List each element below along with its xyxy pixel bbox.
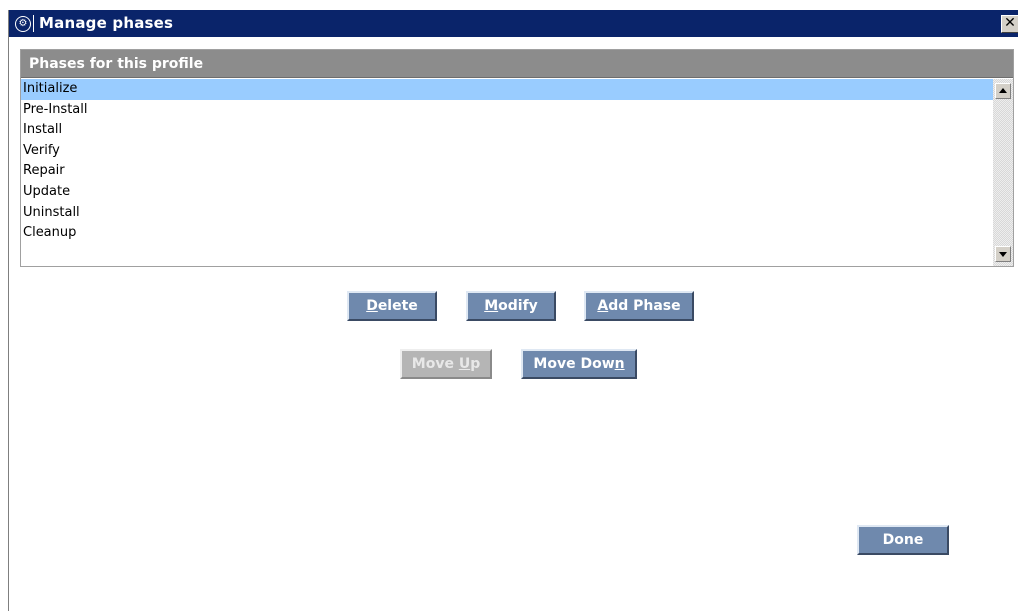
list-item[interactable]: Update: [21, 182, 993, 203]
list-item[interactable]: Install: [21, 120, 993, 141]
list-item[interactable]: Initialize: [21, 79, 993, 100]
phases-list[interactable]: Initialize Pre-Install Install Verify Re…: [21, 79, 993, 266]
done-button[interactable]: Done: [857, 525, 949, 555]
arrow-down-icon: [999, 252, 1007, 257]
close-icon[interactable]: ✕: [1001, 15, 1018, 33]
list-item[interactable]: Uninstall: [21, 203, 993, 224]
arrow-up-icon: [999, 88, 1007, 93]
scroll-down-button[interactable]: [995, 246, 1011, 262]
phases-panel: Phases for this profile Initialize Pre-I…: [20, 49, 1014, 267]
move-up-button[interactable]: Move Up: [400, 349, 492, 379]
move-down-button[interactable]: Move Down: [521, 349, 637, 379]
list-item[interactable]: Pre-Install: [21, 100, 993, 121]
scroll-up-button[interactable]: [995, 83, 1011, 99]
list-item[interactable]: Repair: [21, 161, 993, 182]
phases-panel-header: Phases for this profile: [21, 50, 1013, 78]
add-phase-button[interactable]: Add Phase: [584, 291, 694, 321]
dialog-title: Manage phases: [39, 14, 174, 32]
delete-button[interactable]: Delete: [347, 291, 437, 321]
list-item[interactable]: Cleanup: [21, 223, 993, 244]
app-logo-icon: ⚙: [15, 16, 31, 32]
title-bar[interactable]: ⚙ Manage phases ✕: [9, 10, 1018, 37]
list-item[interactable]: Verify: [21, 141, 993, 162]
title-separator: [33, 15, 34, 32]
modify-button[interactable]: Modify: [466, 291, 556, 321]
list-scrollbar[interactable]: [993, 79, 1013, 266]
manage-phases-dialog: ⚙ Manage phases ✕ Phases for this profil…: [8, 10, 1018, 611]
